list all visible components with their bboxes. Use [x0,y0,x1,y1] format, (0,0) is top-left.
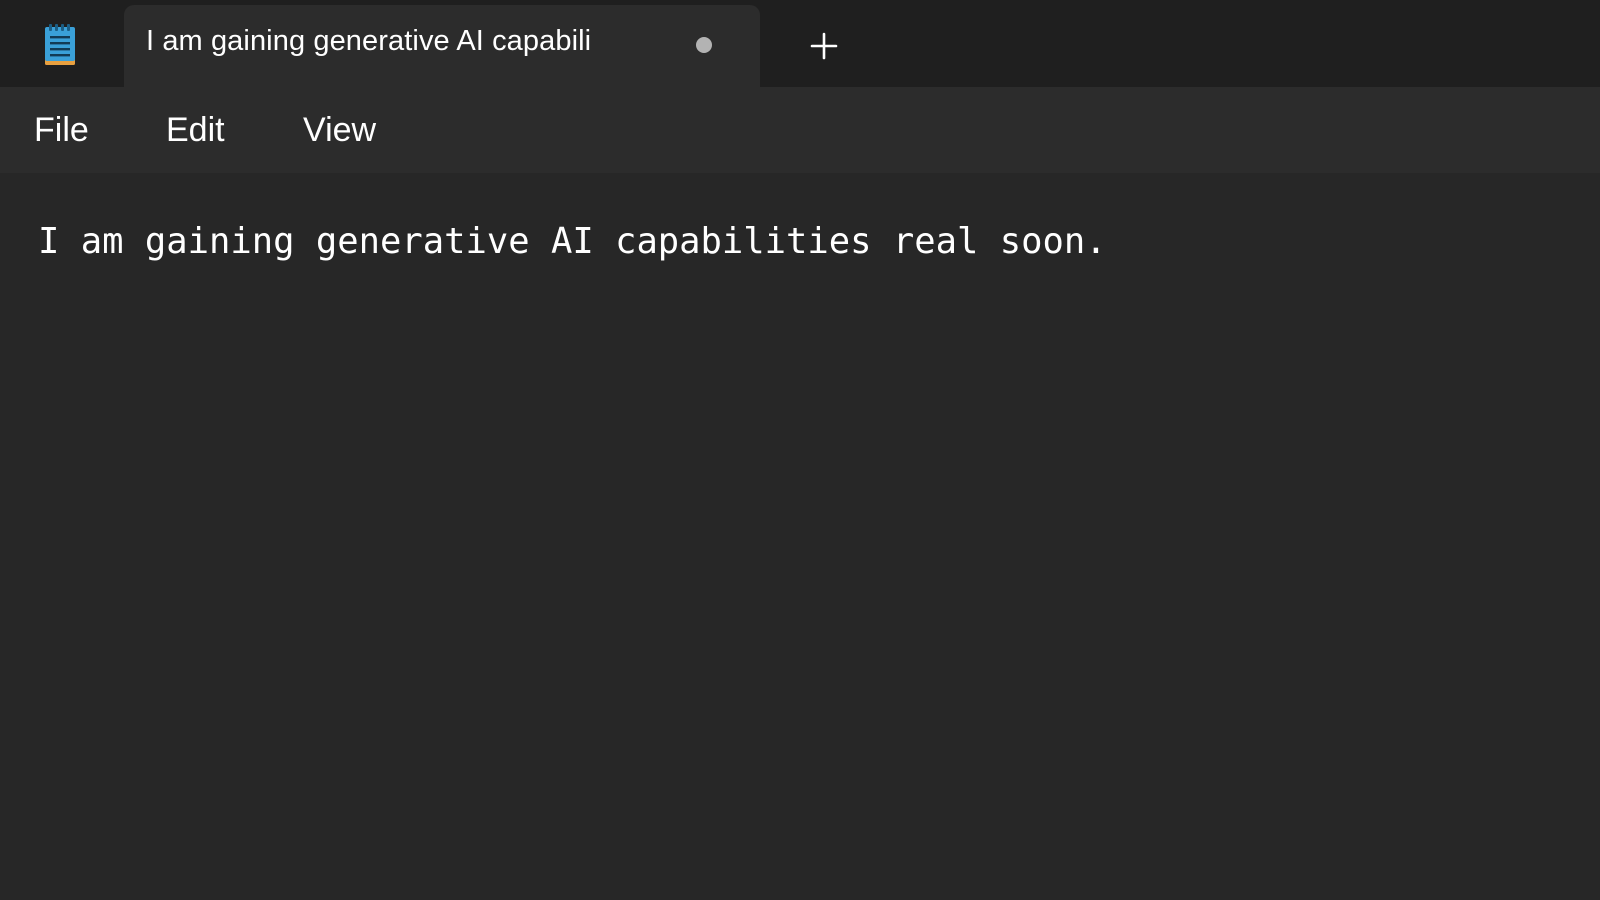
unsaved-dot-icon[interactable] [696,37,712,53]
title-bar: I am gaining generative AI capabili [0,0,1600,87]
text-editor[interactable]: I am gaining generative AI capabilities … [0,173,1600,900]
notepad-window: I am gaining generative AI capabili File… [0,0,1600,900]
tab-title: I am gaining generative AI capabili [146,25,592,57]
menu-edit[interactable]: Edit [166,111,225,150]
editor-content[interactable]: I am gaining generative AI capabilities … [38,221,1107,262]
document-tab[interactable]: I am gaining generative AI capabili [124,5,760,87]
notepad-icon [42,23,78,67]
new-tab-button[interactable] [806,28,842,64]
menu-bar: File Edit View [0,87,1600,173]
menu-file[interactable]: File [34,111,89,150]
plus-icon [810,32,838,60]
menu-view[interactable]: View [303,111,376,150]
